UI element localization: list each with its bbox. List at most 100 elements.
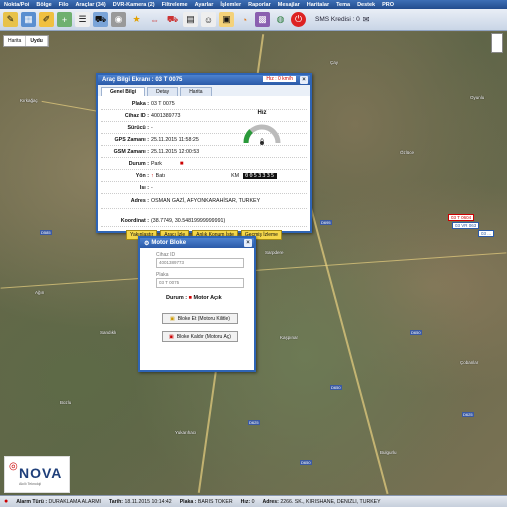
report-icon[interactable]: ▣ bbox=[219, 12, 234, 27]
row-value: 25.11.2015 12:00:53 bbox=[151, 148, 200, 155]
truck-icon[interactable]: ⛟ bbox=[165, 12, 180, 27]
address-label: Adres: bbox=[262, 498, 279, 505]
place-name: Bozlu bbox=[60, 400, 72, 405]
road-label: D695 bbox=[320, 220, 332, 225]
window-title-bar[interactable]: Araç Bilgi Ekranı : 03 T 0075 Hız : 0 km… bbox=[98, 75, 310, 85]
motor-status: Durum : ■ Motor Açık bbox=[156, 295, 254, 301]
menu-item-messages[interactable]: Mesajlar bbox=[278, 2, 300, 8]
vehicle-info-window: Araç Bilgi Ekranı : 03 T 0075 Hız : 0 km… bbox=[96, 73, 312, 240]
star-icon[interactable]: ★ bbox=[129, 12, 144, 27]
grid-icon[interactable]: ▩ bbox=[255, 12, 270, 27]
menu-item-dvr[interactable]: DVR-Kamera (2) bbox=[113, 2, 155, 8]
close-icon[interactable]: × bbox=[300, 76, 308, 84]
clock-icon[interactable]: ◔ bbox=[237, 12, 252, 27]
chart-icon[interactable]: ▤ bbox=[183, 12, 198, 27]
toolbar: ✎ ▦ ✐ + ☰ ⛟ ◉ ★ ⇔ ⛟ ▤ ☺ ▣ ◔ ▩ ◍ ⏻ SMS Kr… bbox=[0, 9, 507, 31]
menu-item-poi[interactable]: Nokta/Poi bbox=[4, 2, 29, 8]
road-label: D650 bbox=[410, 330, 422, 335]
row-value: 25.11.2015 11:58:25 bbox=[151, 136, 199, 143]
unblock-engine-button[interactable]: ▣ Bloke Kaldır (Motoru Aç) bbox=[162, 331, 238, 342]
device-id-field[interactable]: 4001389773 bbox=[156, 258, 244, 268]
vehicle-marker[interactable]: 03 VR 063 bbox=[452, 222, 480, 229]
row-label: Isı : bbox=[139, 184, 149, 191]
tab-map-view[interactable]: Harita bbox=[180, 87, 212, 96]
place-name: Kaşpınar bbox=[280, 335, 299, 340]
vehicle-details: Plaka :03 T 0075 Cihaz ID :4001389773 Sü… bbox=[98, 96, 310, 242]
globe-icon[interactable]: ◍ bbox=[273, 12, 288, 27]
vehicle-icon[interactable]: ⛟ bbox=[93, 12, 108, 27]
user-icon[interactable]: ☺ bbox=[201, 12, 216, 27]
place-name: Sandıklı bbox=[100, 330, 117, 335]
sms-credit: SMS Kredisi : 0 ✉ bbox=[315, 15, 370, 24]
row-label: Durum : bbox=[128, 160, 149, 167]
power-icon[interactable]: ⏻ bbox=[291, 12, 306, 27]
tab-satellite[interactable]: Uydu bbox=[26, 36, 48, 46]
place-name: Çobanlar bbox=[460, 360, 479, 365]
window-title: Araç Bilgi Ekranı : 03 T 0075 bbox=[102, 77, 183, 83]
window-title-bar[interactable]: ⚙ Motor Bloke × bbox=[140, 238, 254, 248]
place-name: Oyunlu bbox=[470, 95, 485, 100]
road-label: D650 bbox=[300, 460, 312, 465]
place-name: Yukarıhacı bbox=[175, 430, 197, 435]
status-value: Motor Açık bbox=[193, 295, 222, 301]
signal-icon: ◎ bbox=[9, 461, 18, 472]
menu-item-settings[interactable]: Ayarlar bbox=[195, 2, 214, 8]
road-label: D625 bbox=[462, 412, 474, 417]
row-label: Koordinat : bbox=[120, 217, 149, 224]
menu-item-theme[interactable]: Tema bbox=[336, 2, 350, 8]
menu-item-vehicles[interactable]: Araçlar (34) bbox=[75, 2, 105, 8]
menu-item-pro[interactable]: PRO bbox=[382, 2, 394, 8]
sms-credit-label: SMS Kredisi : 0 bbox=[315, 16, 360, 23]
menu-item-support[interactable]: Destek bbox=[357, 2, 375, 8]
place-name: Özlüce bbox=[400, 150, 415, 155]
row-label: GPS Zamanı : bbox=[114, 136, 149, 143]
map-type-tabs: Harita Uydu bbox=[3, 35, 49, 47]
row-label: Adres : bbox=[130, 198, 149, 204]
tab-general[interactable]: Genel Bilgi bbox=[101, 87, 146, 96]
menu-bar: Nokta/Poi Bölge Filo Araçlar (34) DVR-Ka… bbox=[0, 0, 507, 9]
row-label: GSM Zamanı : bbox=[113, 148, 149, 155]
add-icon[interactable]: + bbox=[57, 12, 72, 27]
menu-item-operations[interactable]: İşlemler bbox=[220, 2, 241, 8]
block-engine-button[interactable]: ▣ Bloke Et (Motoru Kilitle) bbox=[162, 313, 238, 324]
detail-row: Koordinat : (38.7749, 30.54819999999991) bbox=[101, 215, 307, 227]
row-label: Sürücü : bbox=[127, 124, 149, 131]
menu-item-fleet[interactable]: Filo bbox=[59, 2, 69, 8]
alarm-info: Alarm Türü : DURAKLAMA ALARMI bbox=[16, 499, 101, 505]
speed-label: Hız: bbox=[240, 498, 251, 505]
date-info: Tarih: 18.11.2015 10:14:42 bbox=[109, 499, 172, 505]
mail-icon[interactable]: ✉ bbox=[363, 15, 370, 24]
detail-row: Isı :- bbox=[101, 182, 307, 194]
poi-icon[interactable]: ✎ bbox=[3, 12, 18, 27]
alarm-value: DURAKLAMA ALARMI bbox=[48, 498, 101, 505]
menu-item-reports[interactable]: Raporlar bbox=[248, 2, 271, 8]
map-zoom-control[interactable] bbox=[491, 33, 503, 53]
region-icon[interactable]: ▦ bbox=[21, 12, 36, 27]
tab-map[interactable]: Harita bbox=[4, 36, 27, 46]
detail-row: Adres : OSMAN GAZİ, AFYONKARAHİSAR, TURKE… bbox=[101, 194, 307, 209]
speed-badge: Hız : 0 km/h bbox=[263, 76, 296, 82]
close-icon[interactable]: × bbox=[244, 239, 252, 247]
camera-icon[interactable]: ◉ bbox=[111, 12, 126, 27]
row-value: 03 T 0075 bbox=[151, 100, 175, 107]
row-value: Batı bbox=[155, 172, 166, 179]
detail-row: Plaka :03 T 0075 bbox=[101, 98, 307, 110]
arrows-icon[interactable]: ⇔ bbox=[147, 12, 162, 27]
tab-detail[interactable]: Detay bbox=[147, 87, 179, 96]
plate-field[interactable]: 03 T 0075 bbox=[156, 278, 244, 288]
status-dot-icon: ■ bbox=[188, 295, 192, 301]
menu-item-region[interactable]: Bölge bbox=[36, 2, 51, 8]
vehicle-tabs: Genel Bilgi Detay Harita bbox=[98, 85, 310, 96]
list-icon[interactable]: ☰ bbox=[75, 12, 90, 27]
unlock-icon: ▣ bbox=[169, 333, 174, 340]
status-bar: ● Alarm Türü : DURAKLAMA ALARMI Tarih: 1… bbox=[0, 495, 507, 507]
menu-item-maps[interactable]: Haritalar bbox=[307, 2, 329, 8]
vehicle-marker[interactable]: 03 T 0604 bbox=[448, 214, 475, 221]
edit-icon[interactable]: ✐ bbox=[39, 12, 54, 27]
vehicle-marker[interactable]: 03 ... bbox=[478, 230, 495, 237]
menu-item-filter[interactable]: Filtreleme bbox=[162, 2, 188, 8]
block-engine-label: Bloke Et (Motoru Kilitle) bbox=[177, 315, 230, 322]
place-name: Kırkağaç bbox=[20, 98, 38, 103]
gauge-label: Hız bbox=[257, 110, 267, 116]
plate-label: Plaka : bbox=[179, 498, 197, 505]
